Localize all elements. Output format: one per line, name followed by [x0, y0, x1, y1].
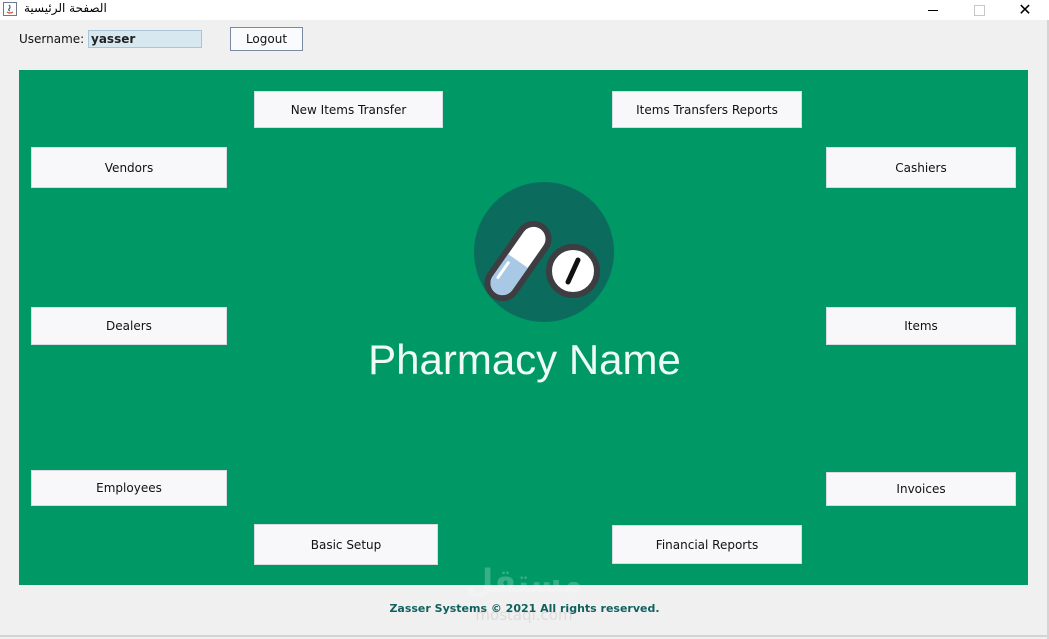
- window-title: الصفحة الرئيسية: [24, 1, 107, 15]
- watermark-arabic: مستقل: [465, 562, 583, 600]
- java-app-icon: [3, 2, 17, 16]
- pharmacy-name: Pharmacy Name: [368, 336, 681, 383]
- invoices-button[interactable]: Invoices: [826, 472, 1016, 506]
- maximize-button[interactable]: [956, 0, 1002, 20]
- close-button[interactable]: ✕: [1002, 0, 1048, 20]
- basic-setup-button[interactable]: Basic Setup: [254, 524, 438, 565]
- window-border-bottom: [0, 635, 1049, 637]
- pills-icon: [474, 182, 614, 322]
- minimize-icon: [928, 9, 938, 11]
- items-transfers-reports-button[interactable]: Items Transfers Reports: [612, 91, 802, 128]
- maximize-icon: [973, 4, 985, 16]
- minimize-button[interactable]: [910, 0, 956, 20]
- main-panel: New Items Transfer Items Transfers Repor…: [19, 70, 1028, 585]
- employees-button[interactable]: Employees: [31, 470, 227, 506]
- footer-copyright: Zasser Systems © 2021 All rights reserve…: [389, 602, 660, 615]
- cashiers-button[interactable]: Cashiers: [826, 147, 1016, 188]
- username-label: Username:: [19, 32, 85, 46]
- vendors-button[interactable]: Vendors: [31, 147, 227, 188]
- financial-reports-button[interactable]: Financial Reports: [612, 525, 802, 564]
- logout-button[interactable]: Logout: [230, 27, 303, 51]
- new-items-transfer-button[interactable]: New Items Transfer: [254, 91, 443, 128]
- close-icon: ✕: [1018, 0, 1032, 19]
- title-bar: الصفحة الرئيسية ✕: [0, 0, 1049, 20]
- username-field: yasser: [88, 30, 202, 48]
